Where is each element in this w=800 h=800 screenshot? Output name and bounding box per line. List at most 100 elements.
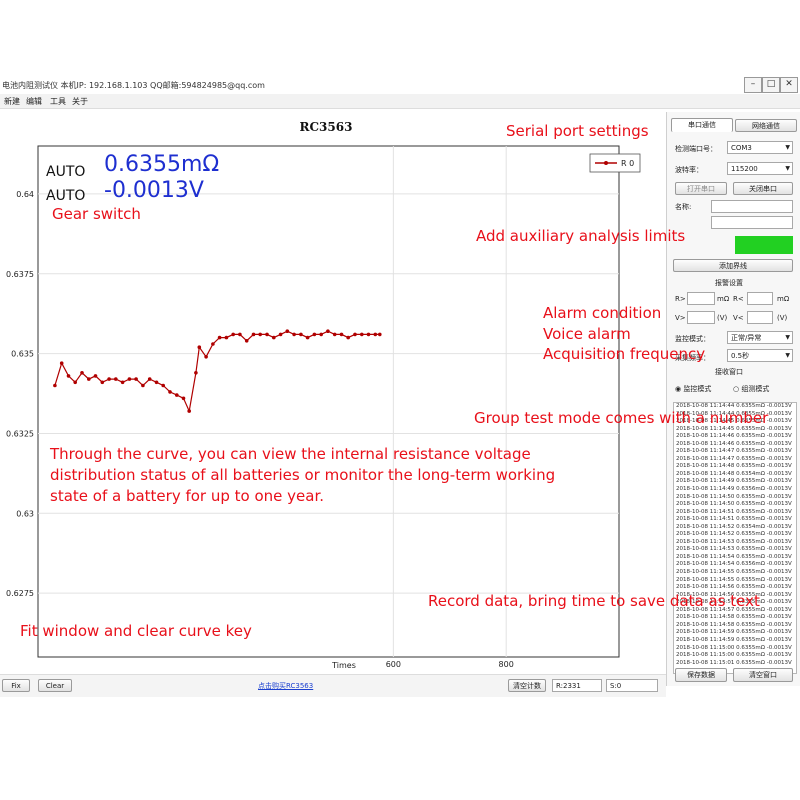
log-row: 2018-10-08 11:14:59 0.6355mΩ -0.0013V xyxy=(676,629,792,636)
data-point xyxy=(107,377,111,381)
radio-monitor-label: 监控模式 xyxy=(683,385,712,393)
data-point xyxy=(168,390,172,394)
v-gt-label: V> xyxy=(675,314,686,322)
log-row: 2018-10-08 11:14:51 0.6355mΩ -0.0013V xyxy=(676,516,792,523)
data-point xyxy=(194,371,198,375)
data-point xyxy=(319,332,324,337)
data-point xyxy=(285,329,290,333)
data-point xyxy=(238,332,242,337)
annotation-alarm: Alarm condition xyxy=(543,304,662,322)
clear-count-button[interactable]: 清空计数 xyxy=(508,679,546,692)
menu-tools[interactable]: 工具 xyxy=(50,96,66,107)
log-row: 2018-10-08 11:14:52 0.6355mΩ -0.0013V xyxy=(676,531,792,538)
log-row: 2018-10-08 11:15:00 0.6355mΩ -0.0013V xyxy=(676,652,792,659)
log-row: 2018-10-08 11:14:46 0.6355mΩ -0.0013V xyxy=(676,433,792,440)
data-point xyxy=(53,383,57,388)
annotation-serial: Serial port settings xyxy=(506,122,649,140)
baud-label: 波特率： xyxy=(675,166,703,174)
menu-bar: 新建 编辑 工具 关于 xyxy=(0,94,800,109)
annotation-gear: Gear switch xyxy=(52,205,141,223)
radio-monitor[interactable]: ◉ 监控模式 xyxy=(675,384,711,394)
data-point xyxy=(299,332,303,337)
log-row: 2018-10-08 11:14:59 0.6355mΩ -0.0013V xyxy=(676,636,792,643)
name-input[interactable] xyxy=(711,200,793,213)
monitor-select[interactable]: 正常/异常 ▼ xyxy=(727,331,793,344)
v-lt-input[interactable] xyxy=(747,311,773,324)
port-select[interactable]: COM3 ▼ xyxy=(727,141,793,154)
add-limit-button[interactable]: 添加界线 xyxy=(673,259,793,272)
limit-input[interactable] xyxy=(711,216,793,229)
buy-link[interactable]: 点击购买RC3563 xyxy=(258,681,313,691)
maximize-button[interactable]: □ xyxy=(762,77,780,93)
monitor-value: 正常/异常 xyxy=(731,334,762,342)
data-point xyxy=(161,383,165,388)
y-tick-label: 0.63 xyxy=(16,509,34,518)
log-row: 2018-10-08 11:14:50 0.6355mΩ -0.0013V xyxy=(676,501,792,508)
fix-button[interactable]: Fix xyxy=(2,679,30,692)
y-tick-label: 0.6375 xyxy=(6,270,34,279)
annotation-curve-line2: distribution status of all batteries or … xyxy=(50,466,556,484)
log-row: 2018-10-08 11:14:46 0.6355mΩ -0.0013V xyxy=(676,440,792,447)
menu-edit[interactable]: 编辑 xyxy=(26,96,42,107)
data-point xyxy=(127,377,132,381)
x-tick-label: 800 xyxy=(499,660,514,669)
close-button[interactable]: ✕ xyxy=(780,77,798,93)
minimize-button[interactable]: – xyxy=(744,77,762,93)
radio-group[interactable]: ○ 组测模式 xyxy=(733,384,769,394)
tab-serial[interactable]: 串口通信 xyxy=(671,118,733,132)
clear-curve-button[interactable]: Clear xyxy=(38,679,72,692)
clear-window-button[interactable]: 清空窗口 xyxy=(733,668,793,682)
data-point xyxy=(305,335,310,340)
r-lt-input[interactable] xyxy=(747,292,773,305)
annotation-curve: Through the curve, you can view the inte… xyxy=(50,444,555,507)
log-row: 2018-10-08 11:14:58 0.6355mΩ -0.0013V xyxy=(676,621,792,628)
log-row: 2018-10-08 11:14:58 0.6355mΩ -0.0013V xyxy=(676,614,792,621)
window-title: 电池内阻测试仪 本机IP: 192.168.1.103 QQ邮箱:5948249… xyxy=(2,81,265,90)
annotation-aux: Add auxiliary analysis limits xyxy=(476,227,686,245)
menu-new[interactable]: 新建 xyxy=(4,96,20,107)
data-point xyxy=(258,332,263,337)
interval-value: 0.5秒 xyxy=(731,352,750,360)
data-point xyxy=(244,339,249,343)
baud-select[interactable]: 115200 ▼ xyxy=(727,162,793,175)
log-row: 2018-10-08 11:14:48 0.6355mΩ -0.0013V xyxy=(676,463,792,470)
y-tick-label: 0.635 xyxy=(11,350,34,359)
r-gt-input[interactable] xyxy=(687,292,715,305)
tab-serial-label: 串口通信 xyxy=(688,121,716,129)
legend: R 0 xyxy=(589,153,641,173)
annotation-voice: Voice alarm xyxy=(543,325,631,343)
y-tick-label: 0.64 xyxy=(16,190,34,199)
v-lt-label: V< xyxy=(733,314,744,322)
interval-select[interactable]: 0.5秒 ▼ xyxy=(727,349,793,362)
data-point xyxy=(231,332,235,337)
log-row: 2018-10-08 11:14:51 0.6355mΩ -0.0013V xyxy=(676,508,792,515)
data-point xyxy=(360,332,364,337)
tab-network[interactable]: 网络通信 xyxy=(735,119,797,132)
save-data-button[interactable]: 保存数据 xyxy=(675,668,727,682)
annotation-group: Group test mode comes with a number xyxy=(474,409,769,427)
data-point xyxy=(251,332,256,337)
close-port-button[interactable]: 关闭串口 xyxy=(733,182,793,195)
limit-color-swatch[interactable] xyxy=(735,236,793,254)
data-point xyxy=(217,335,222,340)
annotation-frequency: Acquisition frequency xyxy=(543,345,706,363)
v-gt-input[interactable] xyxy=(687,311,715,324)
chevron-down-icon: ▼ xyxy=(785,165,790,172)
mode-label-1: AUTO xyxy=(46,164,86,180)
open-port-button[interactable]: 打开串口 xyxy=(675,182,727,195)
log-row: 2018-10-08 11:15:01 0.6355mΩ -0.0013V xyxy=(676,659,792,666)
log-row: 2018-10-08 11:14:54 0.6356mΩ -0.0013V xyxy=(676,561,792,568)
log-row: 2018-10-08 11:14:52 0.6354mΩ -0.0013V xyxy=(676,523,792,530)
port-label: 检测端口号： xyxy=(675,145,717,153)
log-row: 2018-10-08 11:14:55 0.6355mΩ -0.0013V xyxy=(676,576,792,583)
data-point xyxy=(292,332,296,337)
data-point xyxy=(378,332,382,337)
data-point xyxy=(204,355,208,359)
data-point xyxy=(272,335,276,340)
log-row: 2018-10-08 11:14:49 0.6356mΩ -0.0013V xyxy=(676,486,792,493)
menu-about[interactable]: 关于 xyxy=(72,96,88,107)
r-count: R:2331 xyxy=(552,679,602,692)
receive-log[interactable]: 2018-10-08 11:14:44 0.6355mΩ -0.0013V 201… xyxy=(673,402,797,674)
log-row: 2018-10-08 11:14:54 0.6355mΩ -0.0013V xyxy=(676,553,792,560)
data-point xyxy=(114,377,118,381)
